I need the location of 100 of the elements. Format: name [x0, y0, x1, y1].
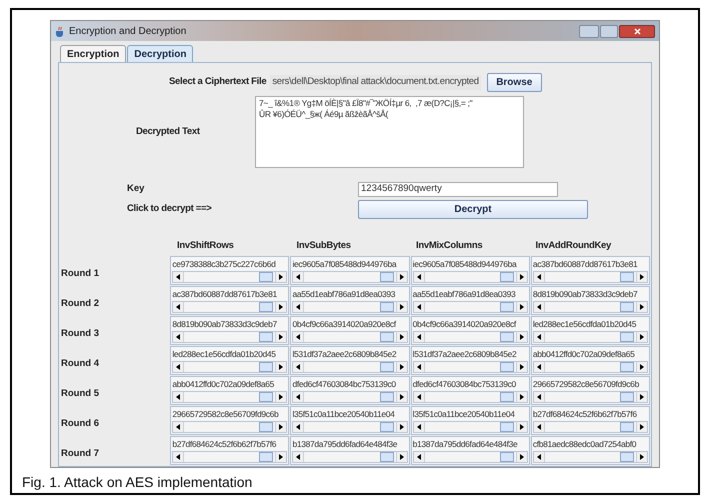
round-value-field[interactable]: b27df684624c52f6b62f7b57f6 — [170, 436, 290, 466]
left-arrow-icon[interactable] — [176, 364, 180, 370]
left-arrow-icon[interactable] — [176, 394, 180, 400]
right-arrow-icon[interactable] — [520, 334, 524, 340]
scroll-thumb[interactable] — [259, 302, 274, 312]
scroll-thumb[interactable] — [500, 272, 514, 282]
horizontal-scrollbar[interactable] — [412, 271, 528, 284]
round-value-field[interactable]: l531df37a2aee2c6809b845e2 — [410, 346, 530, 376]
right-arrow-icon[interactable] — [279, 334, 284, 340]
horizontal-scrollbar[interactable] — [532, 271, 648, 284]
tab[interactable]: Encryption — [60, 45, 126, 62]
left-arrow-icon[interactable] — [536, 274, 541, 280]
right-arrow-icon[interactable] — [520, 304, 524, 310]
right-arrow-icon[interactable] — [520, 394, 524, 400]
left-arrow-icon[interactable] — [296, 364, 300, 370]
scroll-thumb[interactable] — [500, 302, 514, 312]
scroll-thumb[interactable] — [380, 302, 394, 312]
right-arrow-icon[interactable] — [279, 274, 284, 280]
round-value-field[interactable]: 8d819b090ab73833d3c9deb7 — [530, 286, 650, 316]
scroll-thumb[interactable] — [500, 332, 514, 342]
round-value-field[interactable]: b27df684624c52f6b62f7b57f6 — [530, 406, 650, 436]
right-arrow-icon[interactable] — [279, 424, 284, 430]
scroll-thumb[interactable] — [259, 272, 274, 282]
round-value-field[interactable]: l35f51c0a11bce20540b11e04 — [410, 406, 530, 436]
close-button[interactable] — [619, 24, 655, 38]
right-arrow-icon[interactable] — [520, 454, 524, 460]
horizontal-scrollbar[interactable] — [532, 391, 648, 404]
scroll-thumb[interactable] — [259, 392, 274, 402]
horizontal-scrollbar[interactable] — [532, 301, 648, 314]
scroll-thumb[interactable] — [380, 332, 394, 342]
horizontal-scrollbar[interactable] — [292, 331, 408, 344]
scroll-thumb[interactable] — [259, 362, 274, 372]
right-arrow-icon[interactable] — [279, 394, 284, 400]
left-arrow-icon[interactable] — [296, 424, 300, 430]
right-arrow-icon[interactable] — [640, 334, 644, 340]
horizontal-scrollbar[interactable] — [412, 451, 528, 464]
right-arrow-icon[interactable] — [400, 394, 404, 400]
right-arrow-icon[interactable] — [520, 274, 524, 280]
right-arrow-icon[interactable] — [400, 274, 404, 280]
right-arrow-icon[interactable] — [520, 424, 524, 430]
round-value-field[interactable]: ac387bd60887dd87617b3e81 — [170, 286, 290, 316]
tab[interactable]: Decryption — [127, 45, 194, 62]
right-arrow-icon[interactable] — [640, 364, 644, 370]
scroll-thumb[interactable] — [500, 452, 514, 462]
scroll-thumb[interactable] — [500, 422, 514, 432]
left-arrow-icon[interactable] — [416, 274, 421, 280]
scroll-thumb[interactable] — [380, 422, 394, 432]
left-arrow-icon[interactable] — [536, 304, 541, 310]
left-arrow-icon[interactable] — [296, 304, 300, 310]
scroll-thumb[interactable] — [380, 452, 394, 462]
horizontal-scrollbar[interactable] — [172, 271, 288, 284]
round-value-field[interactable]: iec9605a7f085488d944976ba — [410, 256, 530, 286]
horizontal-scrollbar[interactable] — [292, 451, 408, 464]
left-arrow-icon[interactable] — [416, 424, 421, 430]
horizontal-scrollbar[interactable] — [412, 421, 528, 434]
horizontal-scrollbar[interactable] — [172, 301, 288, 314]
file-path-field[interactable]: sers\dell\Desktop\final attack\document.txt.encrypted — [270, 75, 481, 90]
horizontal-scrollbar[interactable] — [292, 391, 408, 404]
right-arrow-icon[interactable] — [279, 364, 284, 370]
horizontal-scrollbar[interactable] — [532, 361, 648, 374]
key-field[interactable]: 1234567890qwerty — [358, 182, 558, 197]
left-arrow-icon[interactable] — [176, 274, 180, 280]
left-arrow-icon[interactable] — [296, 394, 300, 400]
round-value-field[interactable]: aa55d1eabf786a91d8ea0393 — [290, 286, 410, 316]
round-value-field[interactable]: aa55d1eabf786a91d8ea0393 — [410, 286, 530, 316]
scroll-thumb[interactable] — [620, 302, 634, 312]
scroll-thumb[interactable] — [620, 332, 634, 342]
scroll-thumb[interactable] — [259, 422, 274, 432]
left-arrow-icon[interactable] — [296, 454, 300, 460]
scroll-thumb[interactable] — [500, 392, 514, 402]
horizontal-scrollbar[interactable] — [172, 391, 288, 404]
horizontal-scrollbar[interactable] — [172, 331, 288, 344]
left-arrow-icon[interactable] — [176, 454, 180, 460]
round-value-field[interactable]: b1387da795dd6fad64e484f3e — [290, 436, 410, 466]
round-value-field[interactable]: abb0412ffd0c702a09def8a65 — [530, 346, 650, 376]
horizontal-scrollbar[interactable] — [292, 271, 408, 284]
right-arrow-icon[interactable] — [640, 424, 644, 430]
minimize-button[interactable] — [579, 24, 599, 38]
round-value-field[interactable]: 0b4cf9c66a3914020a920e8cf — [290, 316, 410, 346]
scroll-thumb[interactable] — [259, 332, 274, 342]
round-value-field[interactable]: led288ec1e56cdfda01b20d45 — [170, 346, 290, 376]
left-arrow-icon[interactable] — [536, 364, 541, 370]
round-value-field[interactable]: cfb81aedc88edc0ad7254abf0 — [530, 436, 650, 466]
horizontal-scrollbar[interactable] — [172, 361, 288, 374]
horizontal-scrollbar[interactable] — [412, 391, 528, 404]
round-value-field[interactable]: l531df37a2aee2c6809b845e2 — [290, 346, 410, 376]
round-value-field[interactable]: 29665729582c8e56709fd9c6b — [530, 376, 650, 406]
round-value-field[interactable]: ac387bd60887dd87617b3e81 — [530, 256, 650, 286]
scroll-thumb[interactable] — [620, 272, 634, 282]
left-arrow-icon[interactable] — [416, 364, 421, 370]
scroll-thumb[interactable] — [259, 452, 274, 462]
round-value-field[interactable]: led288ec1e56cdfda01b20d45 — [530, 316, 650, 346]
horizontal-scrollbar[interactable] — [412, 301, 528, 314]
right-arrow-icon[interactable] — [400, 364, 404, 370]
right-arrow-icon[interactable] — [640, 454, 644, 460]
horizontal-scrollbar[interactable] — [532, 331, 648, 344]
right-arrow-icon[interactable] — [400, 334, 404, 340]
horizontal-scrollbar[interactable] — [412, 361, 528, 374]
left-arrow-icon[interactable] — [536, 334, 541, 340]
left-arrow-icon[interactable] — [296, 334, 300, 340]
